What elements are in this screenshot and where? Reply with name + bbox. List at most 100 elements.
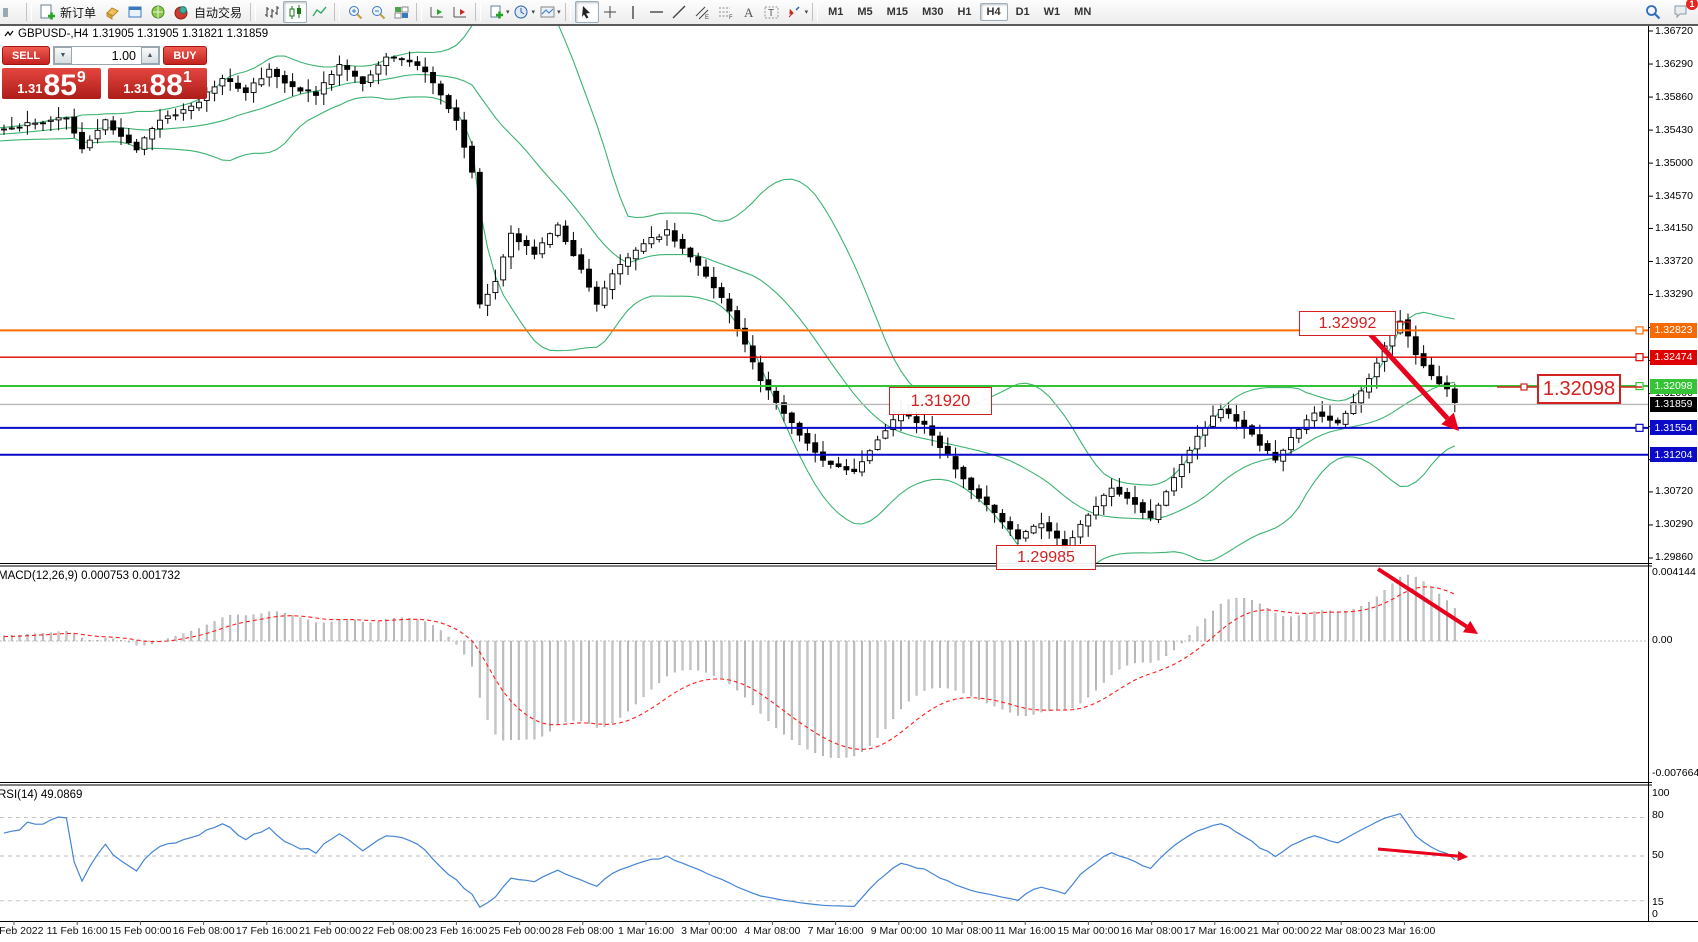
horizontal-line-icon[interactable] bbox=[646, 2, 668, 22]
candlestick-icon[interactable] bbox=[283, 1, 307, 23]
symbol-ohlc: 1.31905 1.31905 1.31821 1.31859 bbox=[92, 28, 268, 40]
zoom-in-icon[interactable] bbox=[344, 2, 366, 22]
autotrade-icon[interactable] bbox=[170, 2, 192, 22]
indicators-dropdown[interactable]: ▾ bbox=[506, 8, 510, 16]
rsi-axis-50: 50 bbox=[1652, 849, 1664, 861]
time-label-0: 10 Feb 2022 bbox=[0, 925, 43, 937]
macd-axis-bottom: -0.007664 bbox=[1652, 767, 1698, 779]
toolbar-separator bbox=[475, 3, 481, 21]
price-tick-1.33290: 1.33290 bbox=[1655, 288, 1693, 300]
annotation-low[interactable]: 1.29985 bbox=[996, 545, 1096, 570]
indicators-icon[interactable] bbox=[485, 2, 507, 22]
drawn-arrow-main[interactable] bbox=[1370, 334, 1448, 418]
time-label-12: 4 Mar 08:00 bbox=[744, 925, 800, 937]
sell-button[interactable]: SELL bbox=[2, 46, 50, 65]
trendline-icon[interactable] bbox=[669, 2, 691, 22]
level-handle[interactable] bbox=[1636, 327, 1643, 334]
price-chip-1.31859[interactable]: 1.31859 bbox=[1650, 397, 1697, 412]
cursor-icon[interactable] bbox=[575, 1, 599, 23]
fibonacci-icon[interactable]: F bbox=[715, 2, 737, 22]
navigator-icon[interactable] bbox=[147, 2, 169, 22]
auto-scroll-icon[interactable] bbox=[426, 2, 448, 22]
price-chip-1.32823[interactable]: 1.32823 bbox=[1650, 323, 1697, 338]
chart-shift-icon[interactable] bbox=[449, 2, 471, 22]
buy-price-prefix: 1.31 bbox=[123, 81, 148, 96]
price-chip-1.32474[interactable]: 1.32474 bbox=[1650, 350, 1697, 365]
toolbar-separator bbox=[416, 3, 422, 21]
tab-timeframe-M1[interactable]: M1 bbox=[822, 4, 849, 20]
price-tick-1.33720: 1.33720 bbox=[1655, 255, 1693, 267]
macd-axis-top: 0.004144 bbox=[1652, 566, 1696, 578]
zoom-out-icon[interactable] bbox=[367, 2, 389, 22]
vertical-line-icon[interactable] bbox=[623, 2, 645, 22]
tab-timeframe-MN[interactable]: MN bbox=[1068, 4, 1097, 20]
symbol-title: GBPUSD-,H4 bbox=[18, 28, 88, 40]
bar-chart-icon[interactable] bbox=[260, 2, 282, 22]
rsi-value: 49.0869 bbox=[41, 789, 83, 801]
price-tick-1.29860: 1.29860 bbox=[1655, 551, 1693, 563]
volume-increase-button[interactable]: ▲ bbox=[141, 47, 159, 64]
tab-timeframe-H4[interactable]: H4 bbox=[980, 3, 1008, 21]
chart-canvas[interactable] bbox=[0, 0, 1698, 942]
sell-price-big: 85 bbox=[44, 72, 77, 99]
buy-price-sup: 1 bbox=[183, 69, 192, 87]
text-icon[interactable]: A bbox=[738, 2, 760, 22]
drawn-arrow-head[interactable] bbox=[1457, 851, 1468, 861]
notifications-icon[interactable]: 1 bbox=[1670, 2, 1692, 22]
annotation-target[interactable]: 1.32098 bbox=[1537, 374, 1621, 404]
equidistant-channel-icon[interactable]: E bbox=[692, 2, 714, 22]
time-label-14: 9 Mar 00:00 bbox=[871, 925, 927, 937]
tab-timeframe-W1[interactable]: W1 bbox=[1038, 4, 1067, 20]
rsi-axis-0: 0 bbox=[1652, 908, 1658, 920]
time-label-19: 17 Mar 16:00 bbox=[1184, 925, 1246, 937]
tab-timeframe-M30[interactable]: M30 bbox=[916, 4, 949, 20]
time-label-11: 3 Mar 00:00 bbox=[681, 925, 737, 937]
bollinger-band-line bbox=[0, 97, 1455, 577]
time-label-18: 16 Mar 08:00 bbox=[1121, 925, 1183, 937]
clipped-icon[interactable] bbox=[0, 2, 22, 22]
time-label-21: 22 Mar 08:00 bbox=[1310, 925, 1372, 937]
crosshair-icon[interactable] bbox=[600, 2, 622, 22]
volume-value[interactable]: 1.00 bbox=[72, 49, 141, 63]
volume-spinner[interactable]: ▼ 1.00 ▲ bbox=[53, 46, 160, 65]
line-chart-icon[interactable] bbox=[308, 2, 330, 22]
annotation-mid[interactable]: 1.31920 bbox=[889, 387, 992, 415]
buy-button[interactable]: BUY bbox=[163, 46, 207, 65]
main-pane bbox=[0, 0, 1457, 577]
periods-dropdown[interactable]: ▾ bbox=[532, 8, 536, 16]
arrows-dropdown[interactable]: ▾ bbox=[805, 8, 809, 16]
drawn-arrow-macd[interactable] bbox=[1378, 569, 1467, 627]
tab-timeframe-D1[interactable]: D1 bbox=[1010, 4, 1036, 20]
level-handle[interactable] bbox=[1636, 424, 1643, 431]
text-label-icon[interactable]: T bbox=[761, 2, 783, 22]
periods-clock-icon[interactable] bbox=[511, 2, 533, 22]
search-icon[interactable] bbox=[1642, 2, 1664, 22]
time-label-22: 23 Mar 16:00 bbox=[1373, 925, 1435, 937]
level-handle[interactable] bbox=[1636, 354, 1643, 361]
buy-price[interactable]: 1.31881 bbox=[108, 68, 207, 99]
autotrade-label[interactable]: 自动交易 bbox=[194, 4, 242, 21]
annotation-high[interactable]: 1.32992 bbox=[1299, 311, 1396, 336]
new-order-icon[interactable] bbox=[36, 2, 58, 22]
tab-timeframe-M5[interactable]: M5 bbox=[851, 4, 878, 20]
templates-dropdown[interactable]: ▾ bbox=[557, 8, 561, 16]
templates-icon[interactable] bbox=[536, 2, 558, 22]
tab-timeframe-H1[interactable]: H1 bbox=[951, 4, 977, 20]
symbol-icon bbox=[4, 29, 14, 39]
rsi-pane bbox=[0, 814, 1648, 908]
price-chip-1.32098[interactable]: 1.32098 bbox=[1650, 379, 1697, 394]
price-chip-1.31204[interactable]: 1.31204 bbox=[1650, 447, 1697, 462]
quotes-icon[interactable] bbox=[101, 2, 123, 22]
level-handle[interactable] bbox=[1636, 383, 1643, 390]
data-window-icon[interactable] bbox=[124, 2, 146, 22]
tab-timeframe-M15[interactable]: M15 bbox=[881, 4, 914, 20]
arrows-tool-icon[interactable] bbox=[784, 2, 806, 22]
tile-windows-icon[interactable] bbox=[390, 2, 412, 22]
new-order-label[interactable]: 新订单 bbox=[60, 4, 96, 21]
sell-price[interactable]: 1.31859 bbox=[2, 68, 101, 99]
time-label-13: 7 Mar 16:00 bbox=[808, 925, 864, 937]
price-chip-1.31554[interactable]: 1.31554 bbox=[1650, 420, 1697, 435]
svg-text:F: F bbox=[729, 15, 733, 21]
volume-decrease-button[interactable]: ▼ bbox=[54, 47, 72, 64]
time-label-20: 21 Mar 00:00 bbox=[1247, 925, 1309, 937]
